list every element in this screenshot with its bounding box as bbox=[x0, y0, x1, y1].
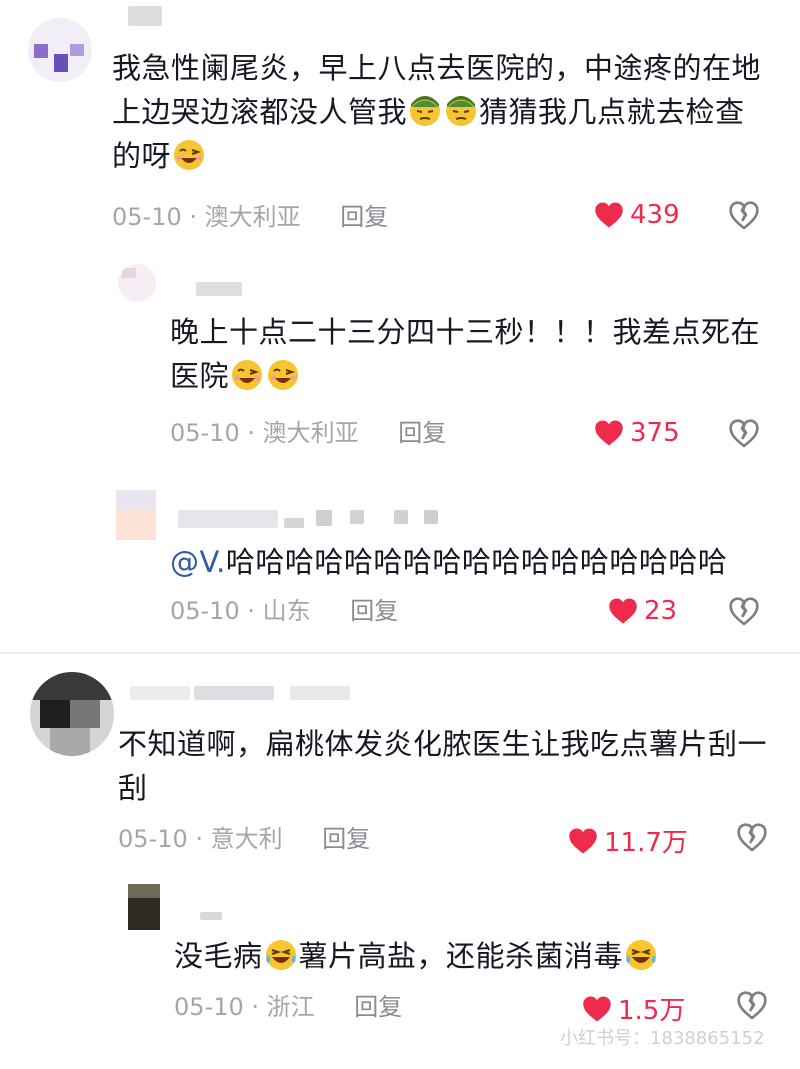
comment-location: 澳大利亚 bbox=[204, 203, 301, 231]
avatar-pixel bbox=[40, 700, 70, 728]
comment-meta: 05-10 · 浙江 回复 bbox=[174, 993, 403, 1021]
heart-filled-icon bbox=[608, 597, 638, 625]
comment-text-part: 不知道啊，扁桃体发炎化脓医生让我吃点薯片刮一刮 bbox=[118, 727, 768, 805]
like-button[interactable]: 1.5万 bbox=[582, 990, 685, 1027]
username-blurred[interactable] bbox=[424, 510, 438, 524]
like-button[interactable]: 23 bbox=[608, 596, 677, 626]
comment-text: 我急性阑尾炎，早上八点去医院的，中途疼的在地上边哭边滚都没人管我 猜猜我几点就去检… bbox=[112, 46, 772, 178]
comment-text: 没毛病 薯片高盐，还能杀菌消毒 bbox=[174, 934, 764, 978]
comment: 不知道啊，扁桃体发炎化脓医生让我吃点薯片刮一刮 05-10 · 意大利 回复 1… bbox=[0, 660, 800, 870]
avatar-pixel bbox=[128, 898, 160, 930]
watermark: 小红书号：1838865152 bbox=[560, 1028, 765, 1049]
username-blurred[interactable] bbox=[130, 686, 190, 700]
like-button[interactable]: 375 bbox=[594, 418, 680, 448]
avatar-pixel bbox=[50, 728, 90, 756]
username-blurred[interactable] bbox=[196, 282, 242, 296]
like-button[interactable]: 439 bbox=[594, 200, 680, 230]
broken-heart-icon[interactable] bbox=[728, 418, 760, 450]
comment-text-part: 没毛病 bbox=[174, 939, 263, 973]
comment-text: @V.哈哈哈哈哈哈哈哈哈哈哈哈哈哈哈哈哈 bbox=[170, 540, 770, 584]
like-count: 23 bbox=[644, 596, 678, 626]
comment-date: 05-10 bbox=[112, 203, 182, 231]
avatar[interactable] bbox=[30, 672, 114, 756]
username-blurred[interactable] bbox=[284, 518, 304, 528]
comment-meta: 05-10 · 澳大利亚 回复 bbox=[170, 419, 447, 447]
mention-link[interactable]: @V. bbox=[170, 545, 226, 579]
comment-location: 山东 bbox=[262, 597, 311, 625]
like-count: 439 bbox=[630, 200, 680, 230]
avatar-pixel bbox=[54, 54, 68, 72]
comment-text-part: 哈哈哈哈哈哈哈哈哈哈哈哈哈哈哈哈哈 bbox=[225, 545, 728, 579]
avatar[interactable] bbox=[28, 18, 92, 82]
smirk-face-emoji bbox=[444, 94, 478, 128]
heart-filled-icon bbox=[582, 995, 612, 1023]
like-count: 11.7万 bbox=[604, 828, 688, 858]
reply-button[interactable]: 回复 bbox=[350, 597, 398, 625]
username-blurred[interactable] bbox=[128, 6, 162, 26]
broken-heart-icon[interactable] bbox=[728, 200, 760, 232]
reply-button[interactable]: 回复 bbox=[398, 419, 446, 447]
username-blurred[interactable] bbox=[290, 686, 350, 700]
wink-face-emoji bbox=[230, 358, 264, 392]
reply-button[interactable]: 回复 bbox=[354, 993, 402, 1021]
comment-text-part: 薯片高盐，还能杀菌消毒 bbox=[298, 939, 624, 973]
laughing-tears-emoji bbox=[624, 938, 658, 972]
heart-filled-icon bbox=[594, 201, 624, 229]
comment-location: 澳大利亚 bbox=[262, 419, 359, 447]
like-count: 375 bbox=[630, 418, 680, 448]
username-blurred[interactable] bbox=[394, 510, 408, 524]
smirk-face-emoji bbox=[408, 94, 442, 128]
comment-meta: 05-10 · 澳大利亚 回复 bbox=[112, 203, 389, 231]
avatar-pixel bbox=[34, 44, 48, 58]
avatar[interactable] bbox=[118, 264, 156, 302]
avatar[interactable] bbox=[128, 884, 160, 930]
broken-heart-icon[interactable] bbox=[736, 990, 768, 1022]
username-blurred[interactable] bbox=[194, 686, 274, 700]
reply-comment: 晚上十点二十三分四十三秒！！！我差点死在医院 05-10 · 澳大利亚 回复 3… bbox=[0, 260, 800, 460]
like-button[interactable]: 11.7万 bbox=[568, 822, 688, 859]
reply-comment: @V.哈哈哈哈哈哈哈哈哈哈哈哈哈哈哈哈哈 05-10 · 山东 回复 23 bbox=[0, 480, 800, 640]
divider bbox=[0, 652, 800, 654]
avatar-pixel bbox=[30, 672, 114, 700]
avatar-pixel bbox=[116, 490, 156, 510]
avatar-pixel bbox=[128, 884, 160, 898]
comment-meta: 05-10 · 意大利 回复 bbox=[118, 825, 371, 853]
broken-heart-icon[interactable] bbox=[728, 596, 760, 628]
comment-meta: 05-10 · 山东 回复 bbox=[170, 597, 399, 625]
comment-location: 浙江 bbox=[266, 993, 315, 1021]
username-blurred[interactable] bbox=[200, 912, 222, 920]
wink-face-emoji bbox=[266, 358, 300, 392]
avatar-pixel bbox=[70, 44, 84, 56]
avatar-pixel bbox=[122, 268, 136, 278]
comment-location: 意大利 bbox=[210, 825, 283, 853]
comment-text: 晚上十点二十三分四十三秒！！！我差点死在医院 bbox=[170, 310, 760, 398]
reply-comment: 没毛病 薯片高盐，还能杀菌消毒 05-10 · 浙江 回复 1.5万 小红书号：1… bbox=[0, 878, 800, 1058]
heart-filled-icon bbox=[594, 419, 624, 447]
heart-filled-icon bbox=[568, 827, 598, 855]
comment-date: 05-10 bbox=[118, 825, 188, 853]
like-count: 1.5万 bbox=[618, 996, 686, 1026]
reply-button[interactable]: 回复 bbox=[340, 203, 388, 231]
comment: 我急性阑尾炎，早上八点去医院的，中途疼的在地上边哭边滚都没人管我 猜猜我几点就去检… bbox=[0, 0, 800, 250]
broken-heart-icon[interactable] bbox=[736, 822, 768, 854]
comment-date: 05-10 bbox=[170, 597, 240, 625]
username-blurred[interactable] bbox=[350, 510, 364, 524]
avatar-pixel bbox=[70, 700, 100, 728]
reply-button[interactable]: 回复 bbox=[322, 825, 370, 853]
comment-date: 05-10 bbox=[174, 993, 244, 1021]
username-blurred[interactable] bbox=[178, 510, 278, 528]
avatar[interactable] bbox=[116, 490, 156, 540]
username-blurred[interactable] bbox=[316, 510, 332, 526]
comment-text: 不知道啊，扁桃体发炎化脓医生让我吃点薯片刮一刮 bbox=[118, 722, 778, 810]
avatar-pixel bbox=[116, 510, 156, 540]
laughing-tears-emoji bbox=[264, 938, 298, 972]
comment-date: 05-10 bbox=[170, 419, 240, 447]
wink-face-emoji bbox=[172, 138, 206, 172]
